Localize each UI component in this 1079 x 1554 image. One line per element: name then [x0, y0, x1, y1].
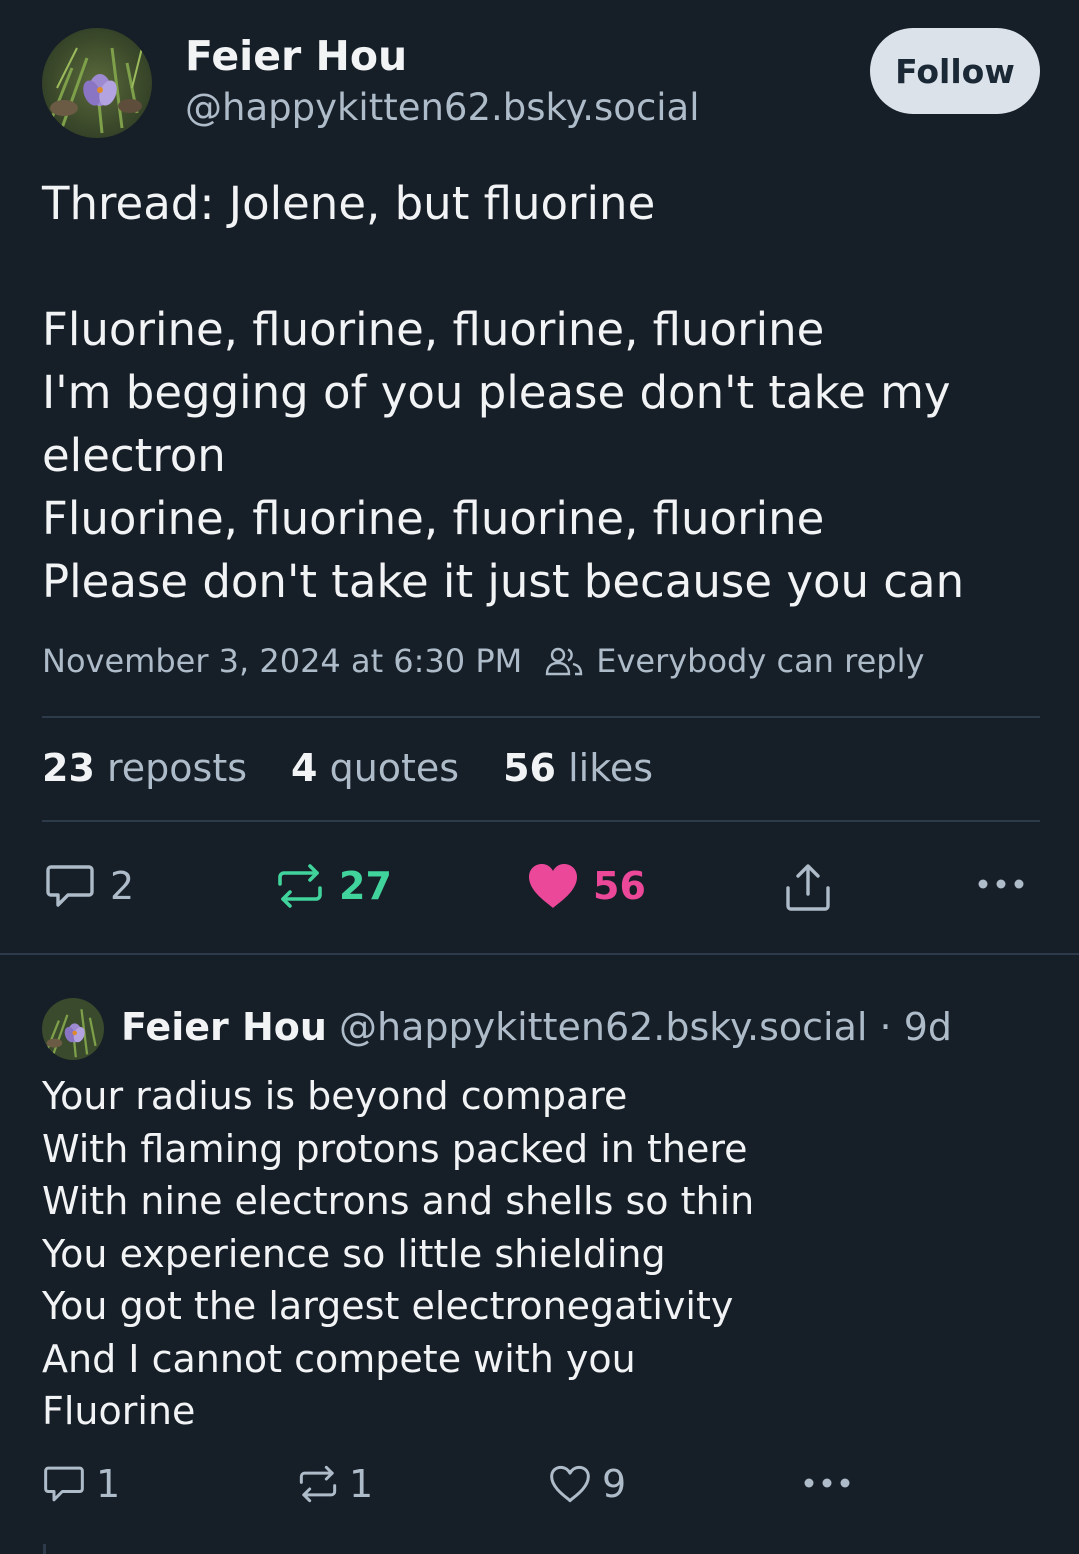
reply-setting-label: Everybody can reply	[596, 642, 925, 680]
reply-count: 2	[110, 864, 135, 908]
reply-line: With flaming protons packed in there	[42, 1126, 748, 1171]
reply-reply-button[interactable]: 1	[42, 1462, 120, 1506]
reply-author-avatar[interactable]	[42, 998, 104, 1060]
heart-outline-icon	[550, 1465, 590, 1503]
post-meta: November 3, 2024 at 6:30 PM Everybody ca…	[42, 642, 924, 680]
reply-line: And I cannot compete with you	[42, 1336, 636, 1381]
section-divider	[0, 953, 1079, 955]
post-line: Fluorine, fluorine, fluorine, fluorine	[42, 492, 825, 545]
reply-reply-count: 1	[96, 1462, 121, 1506]
share-icon	[786, 864, 830, 911]
comment-icon	[46, 865, 94, 907]
repost-button[interactable]: 27	[275, 862, 392, 910]
reply-repost-button[interactable]: 1	[297, 1462, 373, 1506]
likes-stat[interactable]: 56 likes	[503, 746, 653, 790]
author-handle[interactable]: @happykitten62.bsky.social	[185, 86, 700, 129]
reply-setting: Everybody can reply	[544, 642, 924, 680]
repost-icon	[278, 864, 322, 908]
comment-icon	[44, 1466, 84, 1502]
reply-like-button[interactable]: 9	[548, 1462, 626, 1506]
like-button[interactable]: 56	[527, 862, 646, 910]
author-name[interactable]: Feier Hou	[185, 32, 407, 80]
post-body: Thread: Jolene, but fluorine Fluorine, f…	[42, 172, 1042, 613]
post-line: Thread: Jolene, but fluorine	[42, 177, 656, 230]
crocus-flower-image	[42, 28, 152, 138]
post-line: Fluorine, fluorine, fluorine, fluorine	[42, 303, 825, 356]
follow-button[interactable]: Follow	[870, 28, 1040, 114]
reply-repost-count: 1	[349, 1462, 374, 1506]
crocus-flower-image	[42, 998, 104, 1060]
like-count: 56	[593, 864, 646, 908]
reply-line: You experience so little shielding	[42, 1231, 666, 1276]
people-icon	[546, 647, 583, 676]
reply-line: You got the largest electronegativity	[42, 1284, 734, 1328]
reply-button[interactable]: 2	[44, 862, 134, 910]
reply-more-options-button[interactable]	[803, 1473, 851, 1493]
repost-icon	[299, 1465, 337, 1503]
reply-line: With nine electrons and shells so thin	[42, 1179, 755, 1223]
post-line: Please don't take it just because you ca…	[42, 555, 965, 608]
reposts-stat[interactable]: 23 reposts	[42, 746, 247, 790]
heart-filled-icon	[529, 864, 577, 908]
post-timestamp: November 3, 2024 at 6:30 PM	[42, 642, 523, 680]
divider	[42, 716, 1040, 718]
quotes-stat[interactable]: 4 quotes	[291, 746, 459, 790]
reply-author-handle[interactable]: @happykitten62.bsky.social	[339, 1005, 867, 1049]
reply-line: Your radius is beyond compare	[42, 1074, 628, 1118]
repost-count: 27	[339, 864, 392, 908]
more-icon	[978, 879, 1024, 889]
post-stats: 23 reposts 4 quotes 56 likes	[42, 746, 697, 790]
reply-age: · 9d	[879, 1005, 952, 1049]
post-line	[42, 235, 1042, 298]
reply-like-count: 9	[602, 1462, 627, 1506]
divider	[42, 820, 1040, 822]
post-line: I'm begging of you please don't take my	[42, 366, 951, 419]
post-thread-view: Feier Hou @happykitten62.bsky.social Fol…	[0, 0, 1079, 1554]
post-line: electron	[42, 429, 226, 482]
reply-header: Feier Hou @happykitten62.bsky.social · 9…	[121, 1005, 952, 1049]
more-icon	[804, 1478, 850, 1488]
share-button[interactable]	[784, 862, 832, 912]
thread-connector-line	[43, 1544, 46, 1554]
reply-body: Your radius is beyond compare With flami…	[42, 1070, 754, 1438]
reply-line: Fluorine	[42, 1389, 196, 1433]
author-avatar[interactable]	[42, 28, 152, 138]
more-options-button[interactable]	[977, 874, 1025, 894]
reply-author-name[interactable]: Feier Hou	[121, 1005, 327, 1049]
